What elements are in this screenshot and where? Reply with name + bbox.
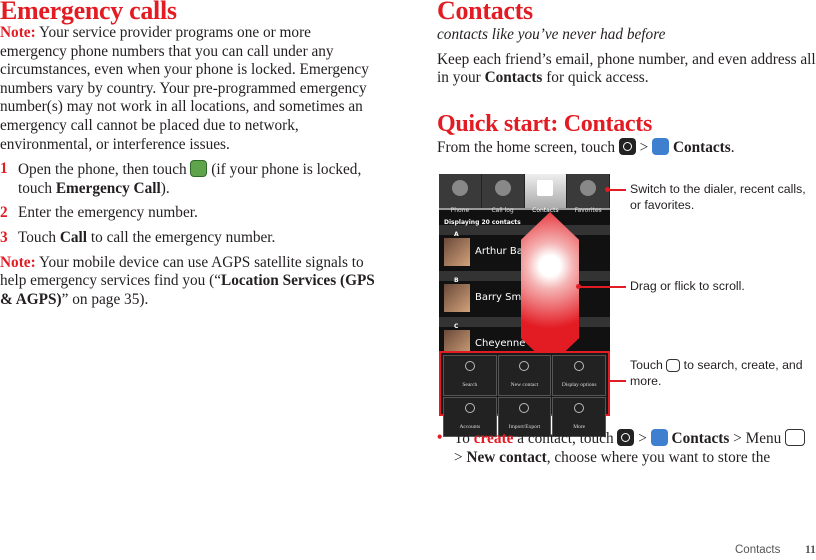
text: > Menu [729,430,786,447]
step-number: 3 [0,228,8,246]
callout-line [610,380,626,382]
text: From the home screen, touch [437,139,619,156]
note-label: Note: [0,253,36,271]
step-number: 1 [0,160,8,178]
menu-search[interactable]: Search [443,355,497,396]
menu-key-icon [666,359,681,372]
accounts-icon [464,402,475,413]
quick-start-title: Quick start: Contacts [437,111,653,137]
text-bold: Contacts [672,139,731,156]
note-text: Your service provider programs one or mo… [0,24,369,153]
step-bold: Emergency Call [55,179,161,197]
search-icon [464,361,475,371]
step-text: Open the phone, then touch [18,161,191,179]
contacts-app-icon [650,429,668,446]
callout-tabs: Switch to the dialer, recent calls, or f… [630,182,806,212]
text: To [454,430,474,447]
intro-paragraph: Keep each friend’s email, phone number, … [437,51,816,88]
tab-label: Call log [491,207,514,214]
contacts-app-icon [652,138,670,155]
tab-label: Contacts [532,207,559,214]
home-icon [618,138,636,155]
callout-text: Touch [630,358,667,372]
import-export-icon [519,402,530,413]
note-paragraph: Note: Your service provider programs one… [0,24,380,154]
step-1: 1 Open the phone, then touch (if your pho… [0,160,380,198]
tab-contacts[interactable]: Contacts [524,174,568,214]
tab-bar: Phone Call log Contacts Favorites [439,174,610,214]
contacts-intro: contacts like you’ve never had before Ke… [437,26,816,88]
callout-line [579,286,626,288]
star-icon [580,180,597,196]
step-text: Touch [18,228,60,246]
step-number: 2 [0,204,8,222]
scroll-arrow-icon [521,212,579,366]
page-number: 11 [805,544,816,556]
callout-scroll: Drag or flick to scroll. [630,279,745,293]
step-text: ). [160,179,170,197]
menu-display-options[interactable]: Display options [552,355,606,396]
intro-bold: Contacts [484,69,543,87]
bullet-icon: • [437,429,443,446]
tab-call-log[interactable]: Call log [482,174,525,214]
note-text: ” on page 35). [61,290,149,308]
text-bold: New contact [466,448,547,466]
bullet-item: • To create a contact, touch > Contacts … [437,429,816,467]
menu-label: New contact [510,382,539,388]
intro-text: for quick access. [542,69,649,87]
plus-icon [519,361,530,371]
text: > [454,448,467,466]
step-3: 3 Touch Call to call the emergency number… [0,229,380,248]
text: a contact, touch [513,430,618,447]
quick-start-text: From the home screen, touch > Contacts. [437,138,816,158]
page-title-emergency: Emergency calls [0,0,177,25]
emergency-section: Note: Your service provider programs one… [0,24,380,309]
tab-favorites[interactable]: Favorites [567,174,610,214]
note-label: Note: [0,24,36,41]
avatar [444,284,470,312]
text: . [730,139,735,156]
text: > [634,430,651,447]
text-red: create [473,430,514,447]
callout-menu: Touch to search, create, and more. [630,358,816,389]
text-bold: Contacts [671,430,730,447]
tab-label: Phone [450,207,470,214]
phone-app-icon [190,160,208,178]
step-text: Enter the emergency number. [18,204,198,222]
people-icon [574,361,585,371]
step-2: 2 Enter the emergency number. [0,204,380,223]
callout-line [608,189,626,191]
menu-label: Display options [561,382,597,388]
subtitle: contacts like you’ve never had before [437,26,666,43]
phone-icon [451,180,468,196]
footer-section: Contacts [735,544,781,556]
menu-label: Search [462,382,478,388]
page-title-contacts: Contacts [437,0,533,25]
tab-label: Favorites [574,207,602,214]
tab-phone[interactable]: Phone [439,174,482,214]
bullet-text: To create a contact, touch > Contacts > … [454,429,806,467]
home-icon [617,429,635,446]
text: > [635,139,653,156]
avatar [444,238,470,266]
step-text: to call the emergency number. [87,228,276,246]
contacts-folder-icon [537,180,554,196]
chevron-down-icon [574,402,585,413]
menu-new-contact[interactable]: New contact [497,355,552,396]
options-menu: Search New contact Display options Accou… [439,351,610,438]
text: , choose where you want to store the [546,448,771,466]
note2-paragraph: Note: Your mobile device can use AGPS sa… [0,254,380,310]
call-log-icon [494,180,511,196]
step-bold: Call [59,228,88,246]
menu-key-icon [785,429,806,446]
